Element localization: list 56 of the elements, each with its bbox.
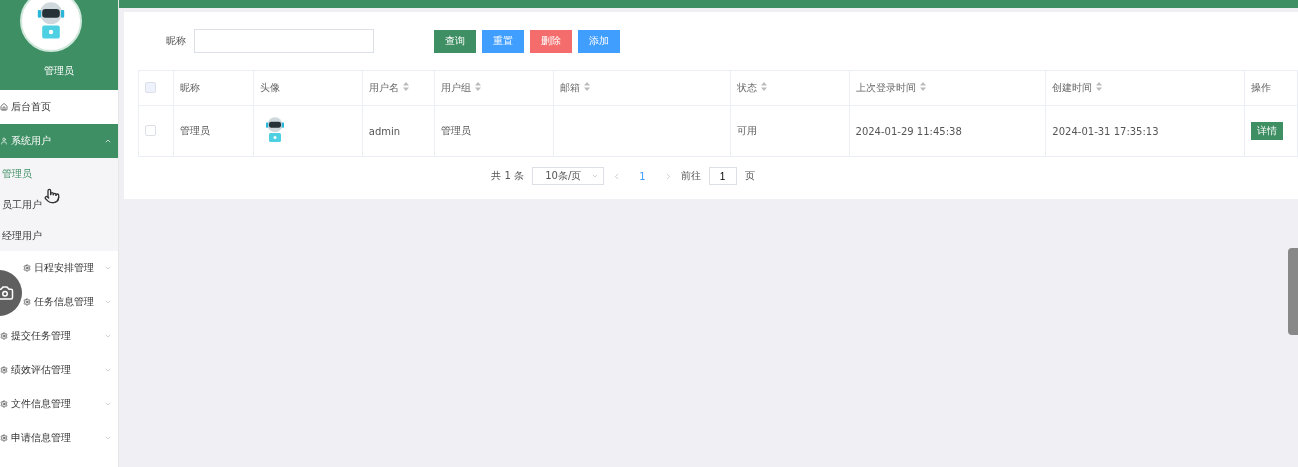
sort-icon[interactable] bbox=[919, 82, 926, 91]
column-header: 头像 bbox=[259, 82, 280, 93]
sort-icon[interactable] bbox=[1096, 82, 1103, 91]
chevron-down-icon bbox=[104, 434, 112, 442]
table-cell: 2024-01-31 17:35:13 bbox=[1052, 125, 1159, 137]
column-header: 状态 bbox=[736, 82, 757, 93]
submenu-item[interactable]: 经理用户 bbox=[0, 220, 118, 251]
gear-icon bbox=[0, 434, 8, 442]
sort-icon[interactable] bbox=[475, 82, 482, 91]
submenu-item[interactable]: 员工用户 bbox=[0, 189, 118, 220]
user-icon bbox=[0, 137, 8, 145]
table-cell: 可用 bbox=[736, 125, 757, 136]
page-suffix: 页 bbox=[744, 169, 755, 183]
hand-cursor-icon bbox=[44, 188, 60, 204]
chevron-down-icon bbox=[104, 366, 112, 374]
gear-icon bbox=[0, 400, 8, 408]
table-cell: 管理员 bbox=[179, 125, 210, 136]
column-header: 操作 bbox=[1251, 82, 1272, 93]
column-header: 邮箱 bbox=[560, 82, 581, 93]
goto-label: 前往 bbox=[680, 169, 701, 183]
chevron-down-icon bbox=[104, 332, 112, 340]
chevron-down-icon bbox=[104, 400, 112, 408]
column-header: 创建时间 bbox=[1052, 82, 1093, 93]
table-cell: 管理员 bbox=[441, 125, 472, 136]
gear-icon bbox=[23, 264, 31, 272]
menu-item[interactable]: 系统用户 bbox=[0, 124, 118, 158]
sort-icon[interactable] bbox=[402, 82, 409, 91]
row-checkbox[interactable] bbox=[145, 124, 156, 136]
search-label: 昵称 bbox=[166, 34, 186, 48]
goto-page-field[interactable]: 1 bbox=[708, 167, 737, 185]
chevron-down-icon bbox=[104, 264, 112, 272]
total-count: 共 1 条 bbox=[491, 169, 525, 183]
table-cell: admin bbox=[368, 125, 401, 137]
column-header: 用户名 bbox=[368, 82, 399, 93]
action-button[interactable]: 查询 bbox=[434, 29, 476, 53]
gear-icon bbox=[0, 332, 8, 340]
chevron-down-icon bbox=[591, 172, 600, 180]
select-all-checkbox[interactable] bbox=[145, 81, 156, 93]
column-header: 用户组 bbox=[441, 82, 472, 93]
table-cell: 2024-01-29 11:45:38 bbox=[855, 125, 962, 137]
user-name: 管理员 bbox=[44, 64, 74, 78]
scroll-handle[interactable] bbox=[1288, 248, 1298, 335]
submenu-item[interactable]: 管理员 bbox=[0, 158, 118, 189]
chevron-down-icon bbox=[104, 298, 112, 306]
detail-button[interactable]: 详情 bbox=[1251, 122, 1284, 140]
column-header: 昵称 bbox=[179, 82, 200, 93]
chevron-up-icon bbox=[104, 137, 112, 145]
page-size-select[interactable]: 10条/页 bbox=[532, 167, 605, 185]
nickname-field[interactable] bbox=[194, 29, 374, 53]
sort-icon[interactable] bbox=[760, 82, 767, 91]
gear-icon bbox=[0, 366, 8, 374]
sort-icon[interactable] bbox=[584, 82, 591, 91]
column-header: 上次登录时间 bbox=[855, 82, 916, 93]
gear-icon bbox=[23, 298, 31, 306]
house-icon bbox=[0, 103, 8, 111]
camera-icon bbox=[0, 284, 14, 302]
